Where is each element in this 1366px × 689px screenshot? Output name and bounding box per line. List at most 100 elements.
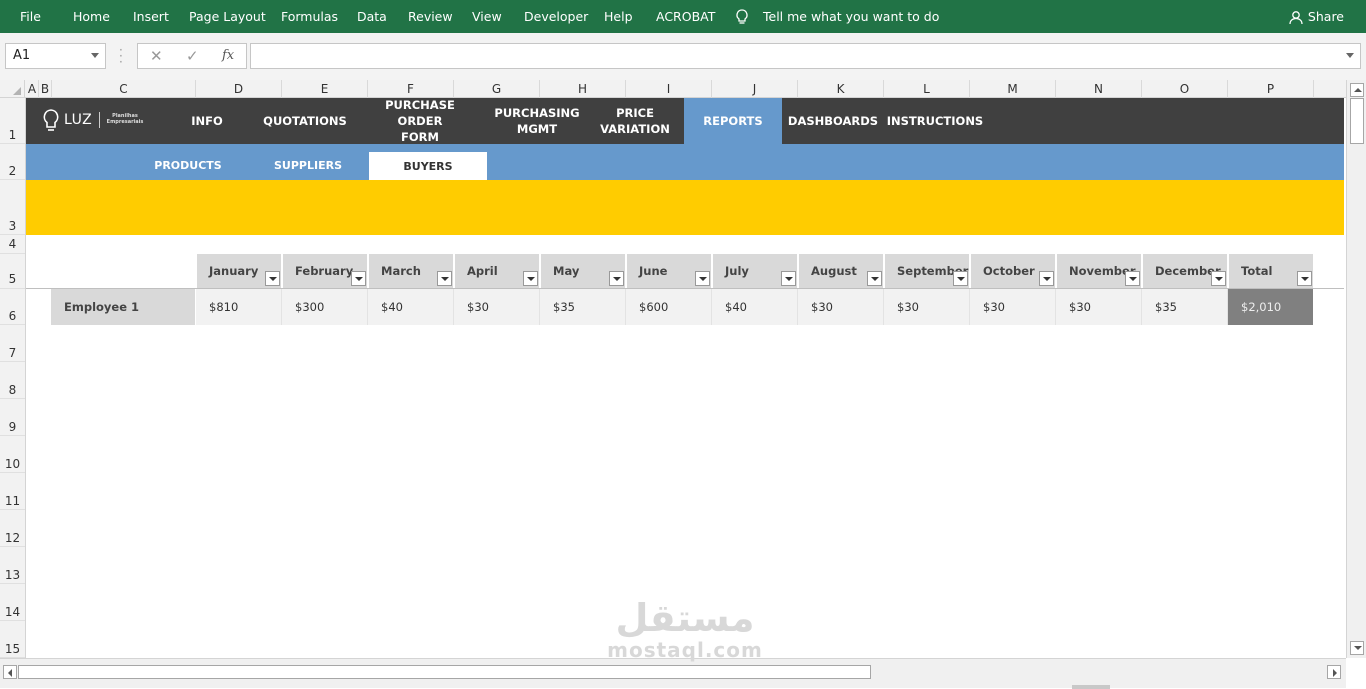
header-october[interactable]: October [971,254,1055,288]
header-december[interactable]: December [1143,254,1227,288]
filter-dropdown-icon[interactable] [351,271,366,286]
nav-quotations[interactable]: QUOTATIONS [254,98,356,144]
header-june[interactable]: June [627,254,711,288]
cell-june[interactable]: $600 [626,289,712,325]
header-february[interactable]: February [283,254,367,288]
column-header-o[interactable]: O [1142,80,1228,98]
filter-dropdown-icon[interactable] [695,271,710,286]
header-september[interactable]: September [885,254,969,288]
column-header-f[interactable]: F [368,80,454,98]
cell-march[interactable]: $40 [368,289,454,325]
ribbon-tab-insert[interactable]: Insert [133,0,169,33]
header-january[interactable]: January [197,254,281,288]
column-header-c[interactable]: C [52,80,196,98]
ribbon-tab-view[interactable]: View [472,0,502,33]
cell-july[interactable]: $40 [712,289,798,325]
row-header-5[interactable]: 5 [0,254,25,289]
row-header-4[interactable]: 4 [0,235,25,254]
filter-dropdown-icon[interactable] [265,271,280,286]
chevron-down-icon[interactable] [91,53,99,58]
row-header-1[interactable]: 1 [0,98,25,144]
cell-january[interactable]: $810 [196,289,282,325]
ribbon-tab-file[interactable]: File [20,0,41,33]
horizontal-scroll-thumb[interactable] [18,665,871,679]
column-header-p[interactable]: P [1228,80,1314,98]
column-header-h[interactable]: H [540,80,626,98]
row-header-12[interactable]: 12 [0,510,25,547]
ribbon-tab-page-layout[interactable]: Page Layout [189,0,266,33]
formula-input[interactable] [250,43,1361,69]
nav-instructions[interactable]: INSTRUCTIONS [886,98,984,144]
column-header-g[interactable]: G [454,80,540,98]
ribbon-tab-acrobat[interactable]: ACROBAT [656,0,715,33]
scroll-up-icon[interactable] [1350,83,1364,97]
nav-purchasing-mgmt[interactable]: PURCHASING MGMT [484,98,590,144]
ribbon-tab-developer[interactable]: Developer [524,0,588,33]
column-header-b[interactable]: B [39,80,52,98]
column-header-m[interactable]: M [970,80,1056,98]
header-total[interactable]: Total [1229,254,1313,288]
tell-me-search[interactable]: Tell me what you want to do [763,0,939,33]
cell-october[interactable]: $30 [970,289,1056,325]
scroll-down-icon[interactable] [1350,641,1364,655]
row-header-10[interactable]: 10 [0,436,25,473]
column-header-d[interactable]: D [196,80,282,98]
filter-dropdown-icon[interactable] [953,271,968,286]
header-july[interactable]: July [713,254,797,288]
column-header-e[interactable]: E [282,80,368,98]
filter-dropdown-icon[interactable] [437,271,452,286]
row-header-8[interactable]: 8 [0,362,25,399]
cell-total[interactable]: $2,010 [1228,289,1313,325]
header-november[interactable]: November [1057,254,1141,288]
scroll-left-icon[interactable] [3,665,17,679]
worksheet-grid[interactable]: LUZ Planilhas Empresariais INFO QUOTATIO… [26,98,1344,658]
cell-april[interactable]: $30 [454,289,540,325]
cell-august[interactable]: $30 [798,289,884,325]
column-header-a[interactable]: A [26,80,39,98]
horizontal-scrollbar[interactable] [0,658,1346,689]
cell-december[interactable]: $35 [1142,289,1228,325]
row-header-2[interactable]: 2 [0,144,25,180]
share-button[interactable]: Share [1289,0,1344,33]
header-march[interactable]: March [369,254,453,288]
nav-dashboards[interactable]: DASHBOARDS [786,98,880,144]
ribbon-tab-review[interactable]: Review [408,0,453,33]
subnav-buyers[interactable]: BUYERS [369,152,487,180]
row-header-9[interactable]: 9 [0,399,25,436]
cancel-icon[interactable]: ✕ [150,47,163,65]
header-may[interactable]: May [541,254,625,288]
header-april[interactable]: April [455,254,539,288]
row-header-11[interactable]: 11 [0,473,25,510]
expand-formula-icon[interactable] [1346,53,1354,58]
row-header-7[interactable]: 7 [0,325,25,362]
filter-dropdown-icon[interactable] [1125,271,1140,286]
column-header-l[interactable]: L [884,80,970,98]
sheet-resize-handle[interactable] [1072,685,1110,689]
row-label-employee[interactable]: Employee 1 [51,289,195,325]
subnav-suppliers[interactable]: SUPPLIERS [254,144,362,180]
check-icon[interactable]: ✓ [186,47,199,65]
column-header-i[interactable]: I [626,80,712,98]
ribbon-tab-help[interactable]: Help [604,0,633,33]
row-header-3[interactable]: 3 [0,180,25,235]
row-header-6[interactable]: 6 [0,289,25,325]
ribbon-tab-data[interactable]: Data [357,0,387,33]
row-header-14[interactable]: 14 [0,584,25,621]
column-header-j[interactable]: J [712,80,798,98]
cell-september[interactable]: $30 [884,289,970,325]
nav-purchase-order-form[interactable]: PURCHASE ORDER FORM [364,98,476,144]
vertical-scroll-thumb[interactable] [1350,98,1364,144]
ribbon-tab-formulas[interactable]: Formulas [281,0,338,33]
scroll-right-icon[interactable] [1327,665,1341,679]
name-box[interactable]: A1 [5,43,106,69]
header-august[interactable]: August [799,254,883,288]
subnav-products[interactable]: PRODUCTS [134,144,242,180]
grip-icon[interactable]: · · · [119,44,123,68]
cell-february[interactable]: $300 [282,289,368,325]
nav-reports[interactable]: REPORTS [684,98,782,144]
filter-dropdown-icon[interactable] [523,271,538,286]
filter-dropdown-icon[interactable] [867,271,882,286]
filter-dropdown-icon[interactable] [1297,271,1312,286]
filter-dropdown-icon[interactable] [1211,271,1226,286]
nav-price-variation[interactable]: PRICE VARIATION [596,98,674,144]
